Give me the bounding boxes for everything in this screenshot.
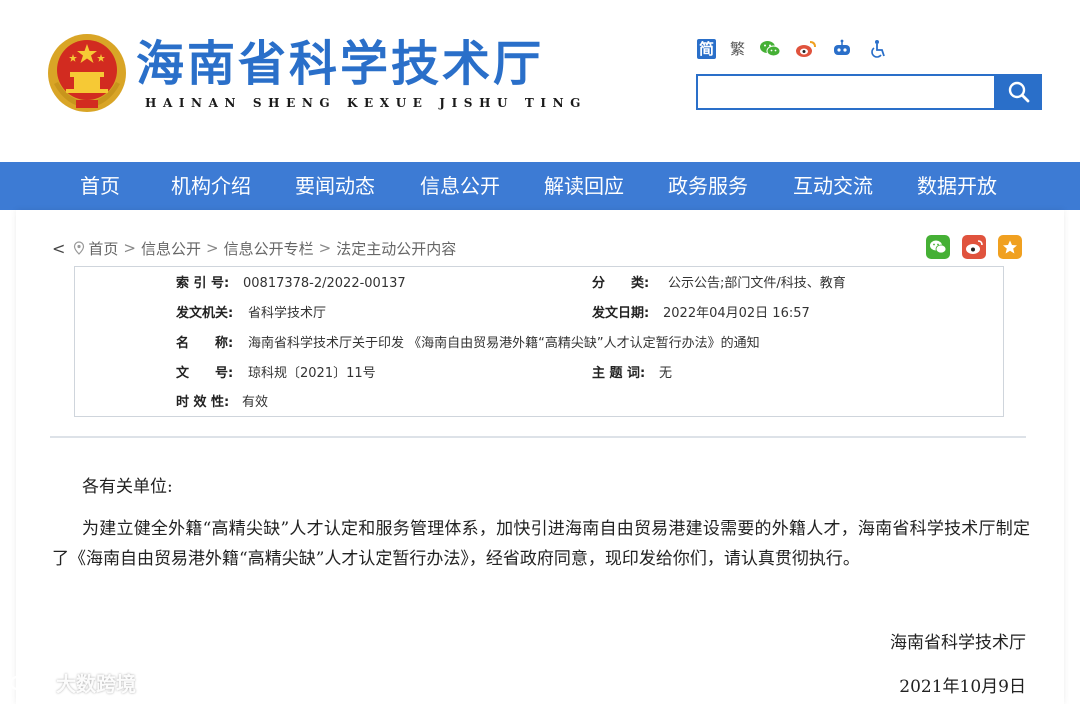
- breadcrumb-current[interactable]: 法定主动公开内容: [336, 238, 456, 259]
- issue-date-label: 发文日期:: [592, 306, 650, 321]
- nav-item-disclosure[interactable]: 信息公开: [420, 162, 500, 210]
- doc-number-value: 琼科规〔2021〕11号: [248, 366, 376, 381]
- signature-organization: 海南省科学技术厅: [890, 633, 1026, 653]
- wechat-icon[interactable]: [759, 39, 781, 59]
- weibo-icon[interactable]: [795, 39, 817, 59]
- share-bar: [926, 235, 1022, 259]
- index-value: 00817378-2/2022-00137: [243, 276, 406, 291]
- metadata-row: 索 引 号: 00817378-2/2022-00137 分 类: 公示公告;部…: [75, 269, 1003, 299]
- wechat-share-icon[interactable]: [926, 235, 950, 259]
- metadata-row: 文 号: 琼科规〔2021〕11号 主 题 词: 无: [75, 359, 1003, 389]
- watermark-text: 大数跨境: [56, 672, 136, 696]
- document-body: 为建立健全外籍“高精尖缺”人才认定和服务管理体系，加快引进海南自由贸易港建设需要…: [52, 519, 1030, 569]
- watermark-logo-icon: [9, 673, 49, 690]
- issue-date-value: 2022年04月02日 16:57: [663, 306, 810, 321]
- main-nav: 首页 机构介绍 要闻动态 信息公开 解读回应 政务服务 互动交流 数据开放: [0, 162, 1080, 210]
- category-value: 公示公告;部门文件/科技、教育: [668, 276, 846, 291]
- national-emblem-logo: [48, 34, 126, 112]
- breadcrumb-separator: >: [206, 239, 219, 257]
- favorite-icon[interactable]: [998, 235, 1022, 259]
- metadata-row: 名 称: 海南省科学技术厅关于印发 《海南自由贸易港外籍“高精尖缺”人才认定暂行…: [75, 329, 1003, 359]
- nav-item-interaction[interactable]: 互动交流: [793, 162, 873, 210]
- search-icon: [1008, 81, 1029, 103]
- metadata-row: 时 效 性: 有效: [75, 388, 1003, 418]
- issuer-value: 省科学技术厅: [248, 306, 327, 321]
- doc-number-label: 文 号:: [176, 366, 234, 381]
- breadcrumb-separator: >: [123, 239, 136, 257]
- nav-item-open-data[interactable]: 数据开放: [917, 162, 997, 210]
- back-arrow-icon[interactable]: <: [52, 239, 65, 258]
- metadata-row: 发文机关: 省科学技术厅 发文日期: 2022年04月02日 16:57: [75, 299, 1003, 329]
- breadcrumb-disclosure[interactable]: 信息公开: [141, 238, 201, 259]
- nav-item-about[interactable]: 机构介绍: [171, 162, 251, 210]
- location-pin-icon: [74, 241, 85, 255]
- validity-label: 时 效 性:: [176, 395, 230, 410]
- search-button[interactable]: [995, 74, 1042, 110]
- signature-date: 2021年10月9日: [899, 677, 1026, 697]
- weibo-share-icon[interactable]: [962, 235, 986, 259]
- breadcrumb-separator: >: [318, 239, 332, 257]
- nav-item-services[interactable]: 政务服务: [668, 162, 748, 210]
- subject-label: 主 题 词:: [592, 366, 646, 381]
- breadcrumb: < 首页 > 信息公开 > 信息公开专栏 > 法定主动公开内容: [52, 238, 456, 258]
- site-subtitle: HAINAN SHENG KEXUE JISHU TING: [145, 96, 588, 110]
- document-greeting: 各有关单位:: [82, 477, 173, 497]
- validity-value: 有效: [242, 395, 269, 410]
- index-label: 索 引 号:: [176, 276, 230, 291]
- site-header: 海南省科学技术厅 HAINAN SHENG KEXUE JISHU TING 简…: [0, 0, 1080, 162]
- site-title: 海南省科学技术厅: [136, 36, 545, 92]
- simplified-chinese-link[interactable]: 简: [697, 39, 717, 59]
- watermark: 大数跨境: [8, 668, 136, 697]
- robot-icon[interactable]: [831, 39, 853, 59]
- breadcrumb-home[interactable]: 首页: [88, 238, 118, 259]
- title-value: 海南省科学技术厅关于印发 《海南自由贸易港外籍“高精尖缺”人才认定暂行办法》的通…: [248, 336, 760, 351]
- category-label: 分 类:: [592, 276, 650, 291]
- header-toolbar: 简 繁: [697, 38, 889, 60]
- traditional-chinese-link[interactable]: 繁: [730, 39, 745, 59]
- accessibility-icon[interactable]: [867, 39, 889, 59]
- search-input[interactable]: [696, 74, 996, 110]
- title-label: 名 称:: [176, 336, 234, 351]
- nav-item-home[interactable]: 首页: [80, 162, 120, 210]
- document-metadata-table: 索 引 号: 00817378-2/2022-00137 分 类: 公示公告;部…: [74, 266, 1004, 417]
- issuer-label: 发文机关:: [176, 306, 234, 321]
- divider: [50, 436, 1026, 438]
- subject-value: 无: [659, 366, 673, 381]
- nav-item-news[interactable]: 要闻动态: [295, 162, 375, 210]
- breadcrumb-disclosure-column[interactable]: 信息公开专栏: [224, 238, 314, 259]
- nav-item-interpretation[interactable]: 解读回应: [544, 162, 624, 210]
